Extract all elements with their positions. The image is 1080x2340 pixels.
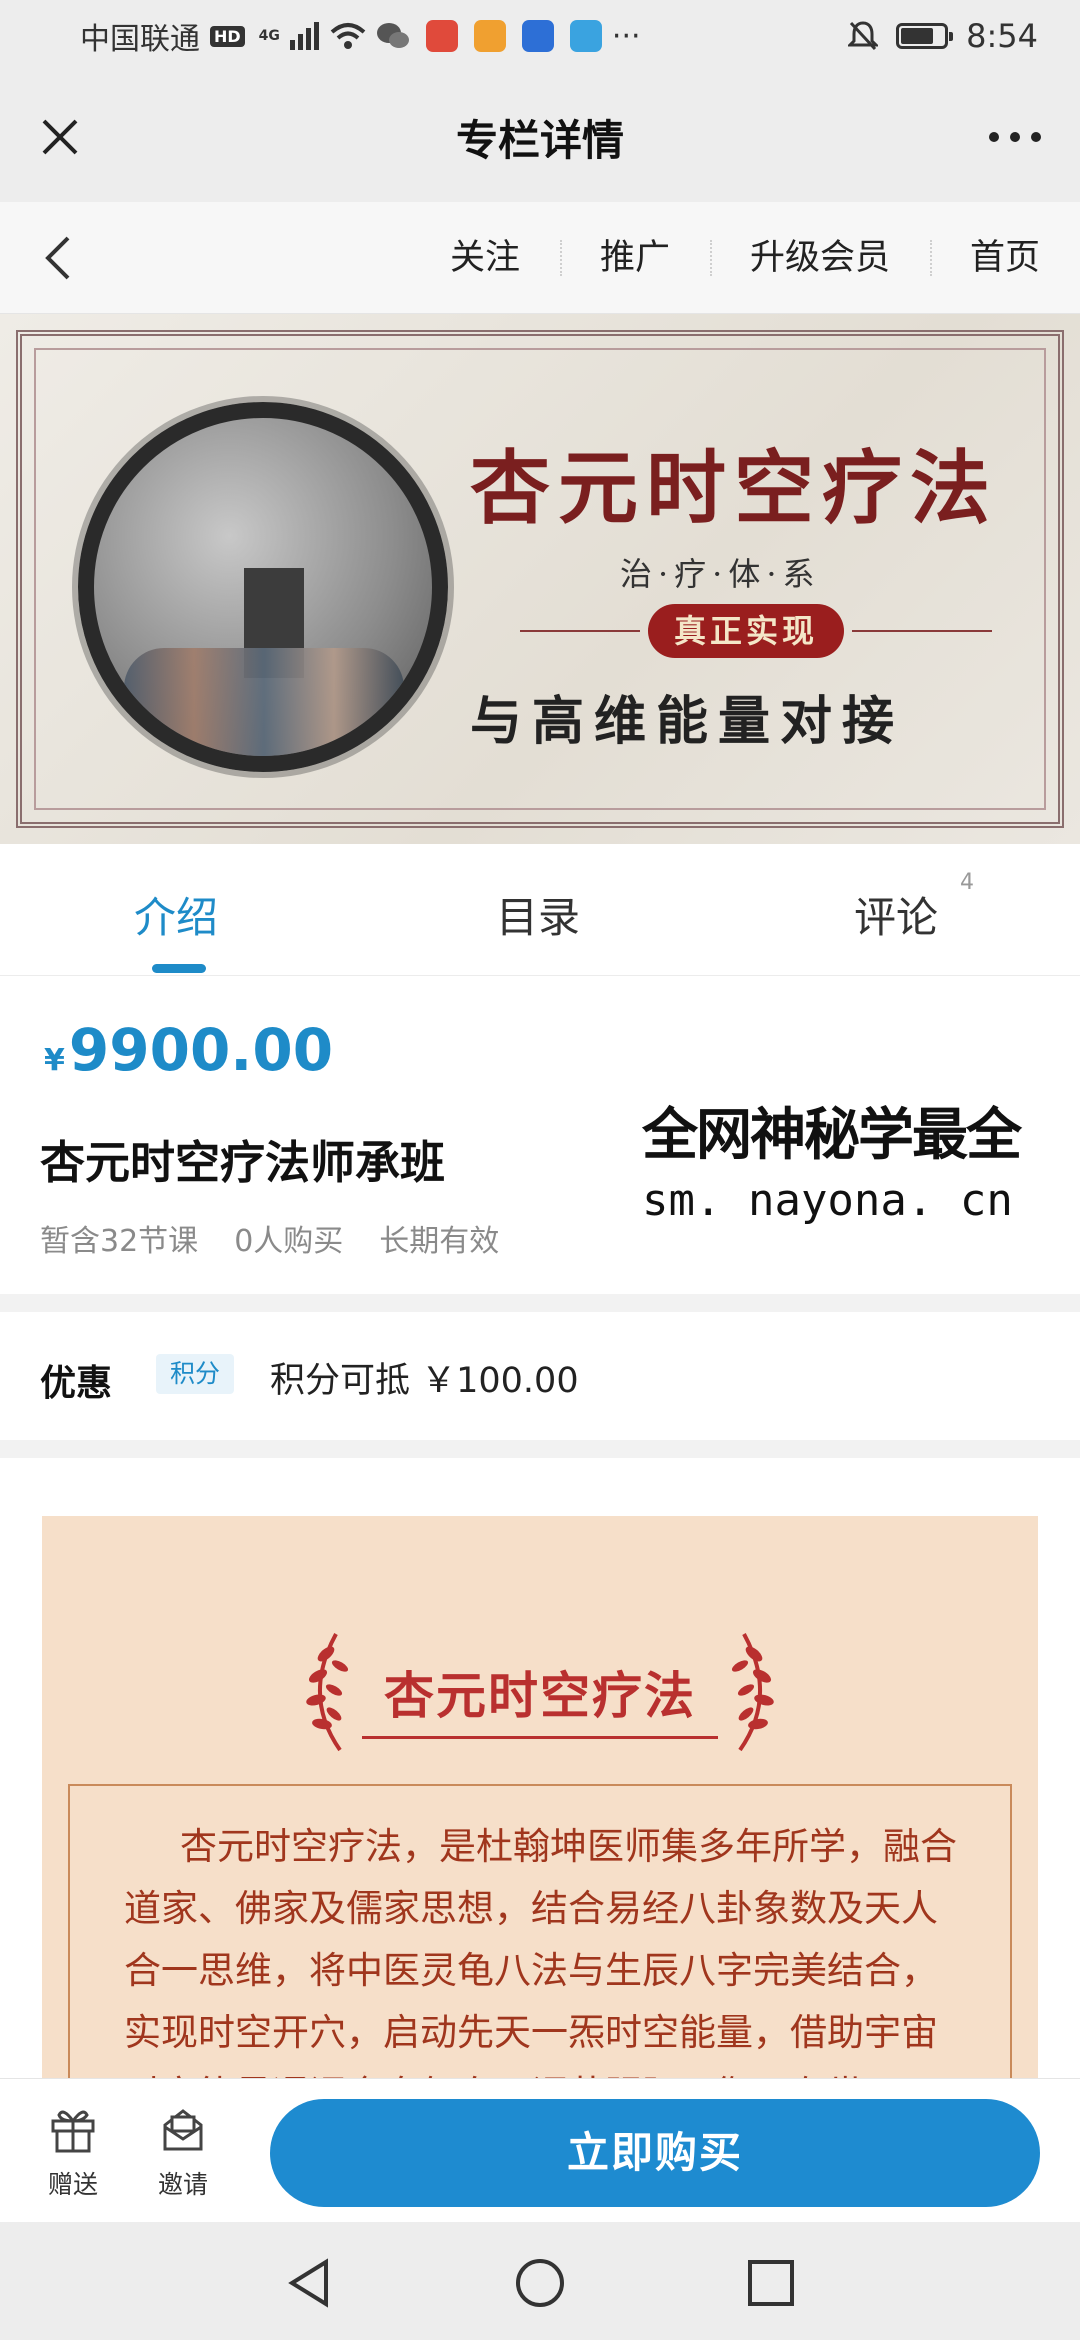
battery-level [901, 28, 933, 44]
page-title: 专栏详情 [455, 115, 624, 165]
price-value: 9900.00 [68, 1016, 334, 1084]
tab-comments[interactable]: 评论 [854, 884, 938, 945]
intro-paragraph: 杏元时空疗法，是杜翰坤医师集多年所学，融合道家、佛家及儒家思想，结合易经八卦象数… [68, 1784, 1012, 2124]
tab-intro[interactable]: 介绍 [134, 884, 218, 945]
video-icon [473, 20, 506, 52]
intro-content: 杏元时空疗法 杏元时空疗法，是杜翰坤医师集多年所学，融合道家、佛家及儒家思想，结… [0, 1458, 1080, 2124]
weather-icon [569, 20, 602, 52]
poster-title: 杏元时空疗法 [384, 1667, 696, 1725]
watermark-line1: 全网神秘学最全 [642, 1103, 1022, 1168]
banner-line-right [852, 630, 992, 632]
mute-icon [848, 21, 879, 51]
invite-label: 邀请 [157, 2170, 208, 2199]
currency-symbol: ¥ [44, 1043, 65, 1078]
course-price: ¥9900.00 [44, 1016, 333, 1084]
status-left: 中国联通 HD 4G ··· [80, 14, 641, 58]
hd-badge: HD [210, 25, 245, 47]
banner-slogan: 与高维能量对接 [470, 691, 905, 752]
banner-photo [78, 402, 448, 772]
network-label: 4G [258, 28, 280, 44]
validity: 长期有效 [379, 1224, 500, 1259]
carrier-label: 中国联通 [80, 22, 200, 57]
promotion-label: 优惠 [40, 1363, 113, 1404]
bulb-icon [521, 20, 554, 52]
nav-home-link[interactable]: 首页 [929, 238, 1080, 278]
promotion-row[interactable]: 优惠 积分 积分可抵 ￥100.00 [0, 1312, 1080, 1440]
nav-upgrade-link[interactable]: 升级会员 [709, 238, 930, 278]
active-tab-indicator [152, 964, 206, 973]
course-banner: 杏元时空疗法 治·疗·体·系 真正实现 与高维能量对接 [0, 314, 1080, 844]
signal-icon [289, 22, 319, 50]
watermark-line2: sm. nayona. cn [642, 1175, 1013, 1226]
nav-home-circle-icon[interactable] [513, 2256, 567, 2310]
banner-subtitle: 治·疗·体·系 [620, 555, 821, 593]
system-nav-bar [0, 2222, 1080, 2340]
nav-recents-square-icon[interactable] [744, 2256, 798, 2310]
gift-label: 赠送 [47, 2170, 98, 2199]
intro-poster: 杏元时空疗法 杏元时空疗法，是杜翰坤医师集多年所学，融合道家、佛家及儒家思想，结… [42, 1516, 1038, 2124]
column-nav-bar: 关注 推广 升级会员 首页 [0, 202, 1080, 314]
promotion-text: 积分可抵 ￥100.00 [270, 1361, 579, 1401]
more-dots-icon: ··· [611, 18, 641, 54]
battery-icon [896, 23, 954, 49]
comment-count-badge: 4 [960, 870, 974, 895]
photo-people [124, 648, 404, 756]
invite-icon [163, 2109, 203, 2151]
banner-line-left [520, 630, 640, 632]
close-icon[interactable] [30, 107, 90, 167]
app-icon [425, 20, 458, 52]
more-icon[interactable] [980, 107, 1050, 167]
banner-seal: 真正实现 [648, 604, 844, 658]
back-icon[interactable] [38, 232, 82, 284]
bottom-action-bar: 赠送 邀请 立即购买 [0, 2078, 1080, 2222]
status-right: 8:54 [848, 17, 1038, 55]
gift-icon [51, 2110, 95, 2153]
gift-button[interactable]: 赠送 [28, 2103, 118, 2201]
lesson-count: 暂含32节课 [40, 1224, 199, 1259]
nav-links: 关注 推广 升级会员 首页 [410, 202, 1080, 314]
poster-title-rule [362, 1736, 718, 1739]
wifi-icon [330, 23, 366, 49]
clock-label: 8:54 [966, 17, 1038, 55]
wechat-icon [376, 23, 409, 48]
points-tag: 积分 [156, 1354, 235, 1394]
title-bar: 专栏详情 [0, 72, 1080, 202]
course-meta: 暂含32节课 0人购买 长期有效 [40, 1216, 499, 1260]
detail-tabs: 介绍 目录 评论 4 [0, 844, 1080, 976]
course-title: 杏元时空疗法师承班 [40, 1136, 446, 1189]
buy-now-button[interactable]: 立即购买 [270, 2099, 1040, 2207]
banner-title: 杏元时空疗法 [470, 441, 998, 535]
nav-promote-link[interactable]: 推广 [559, 238, 710, 278]
buyer-count: 0人购买 [234, 1224, 344, 1259]
invite-button[interactable]: 邀请 [138, 2103, 228, 2201]
nav-follow-link[interactable]: 关注 [410, 238, 560, 278]
nav-back-triangle-icon[interactable] [282, 2256, 336, 2310]
tab-catalog[interactable]: 目录 [496, 884, 580, 945]
watermark-overlay: 全网神秘学最全 sm. nayona. cn [632, 1093, 1080, 1241]
status-bar: 中国联通 HD 4G ··· 8:54 [0, 0, 1080, 72]
wreath-right-icon [731, 1633, 774, 1752]
